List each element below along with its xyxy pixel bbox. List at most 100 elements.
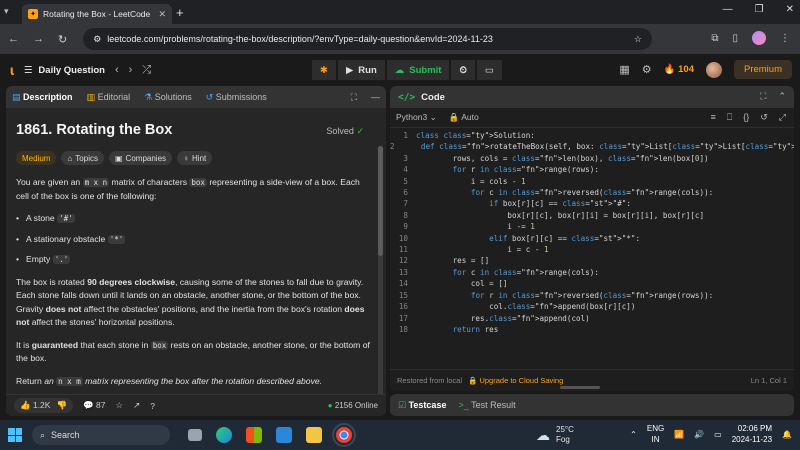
- code-text: def class="fn">rotateTheBox(self, box: c…: [420, 142, 794, 152]
- submit-button[interactable]: ☁ Submit: [386, 60, 450, 80]
- code-line[interactable]: 18 return res: [390, 324, 794, 335]
- debug-button[interactable]: ✱: [312, 60, 336, 80]
- code-line[interactable]: 8 box[r][c], box[r][i] = box[r][i], box[…: [390, 210, 794, 221]
- close-tab-icon[interactable]: ✕: [158, 9, 166, 20]
- tab-solutions[interactable]: ⚗ Solutions: [144, 92, 192, 103]
- companies-tag[interactable]: ▣ Companies: [108, 151, 173, 165]
- daily-question-nav[interactable]: ☰ Daily Question: [24, 65, 105, 76]
- weather-widget[interactable]: ☁ 25°C Fog: [536, 425, 574, 445]
- code-editor[interactable]: 1 class class="ty">Solution: 2 def class="…: [390, 130, 794, 335]
- new-tab-button[interactable]: +: [176, 5, 184, 20]
- desc-paragraph-1: You are given an m x n matrix of charact…: [16, 176, 371, 203]
- streak-counter[interactable]: 🔥 104: [664, 64, 694, 75]
- notes-button[interactable]: ▭: [476, 60, 502, 80]
- code-line[interactable]: 5 i = cols - 1: [390, 176, 794, 187]
- premium-button[interactable]: Premium: [733, 60, 792, 79]
- wifi-icon[interactable]: 📶: [674, 430, 684, 439]
- tab-description[interactable]: ▤ Description: [12, 92, 73, 103]
- tab-search-icon[interactable]: ▾: [4, 6, 18, 18]
- file-explorer-icon[interactable]: [306, 427, 322, 443]
- shuffle-icon[interactable]: ⤮: [142, 64, 151, 77]
- dislike-button[interactable]: 👎: [56, 400, 67, 411]
- code-line[interactable]: 9 i -= 1: [390, 221, 794, 232]
- code-line[interactable]: 2 def class="fn">rotateTheBox(self, box:…: [390, 141, 794, 152]
- panel-expand-icon[interactable]: ⛶: [351, 92, 357, 103]
- expand-editor-icon[interactable]: ⤢: [779, 112, 786, 123]
- code-line[interactable]: 7 if box[r][c] == class="st">"#":: [390, 198, 794, 209]
- site-info-icon[interactable]: ⚙: [93, 34, 101, 45]
- restore-icon[interactable]: ❐: [755, 4, 764, 15]
- code-line[interactable]: 1 class class="ty">Solution:: [390, 130, 794, 141]
- code-line[interactable]: 10 elif box[r][c] == class="st">"*":: [390, 233, 794, 244]
- code-line[interactable]: 13 for c in class="fn">range(cols):: [390, 267, 794, 278]
- prev-problem-icon[interactable]: ‹: [115, 64, 119, 76]
- next-problem-icon[interactable]: ›: [129, 64, 133, 76]
- code-line[interactable]: 3 rows, cols = class="fn">len(box), clas…: [390, 153, 794, 164]
- code-line[interactable]: 4 for r in class="fn">range(rows):: [390, 164, 794, 175]
- help-icon[interactable]: ?: [150, 401, 155, 411]
- volume-icon[interactable]: 🔊: [694, 430, 704, 439]
- chrome-menu-icon[interactable]: ⋮: [780, 33, 790, 44]
- format-icon[interactable]: ≡: [711, 112, 716, 123]
- topics-tag[interactable]: ⌂ Topics: [61, 151, 104, 165]
- address-bar[interactable]: ⚙ leetcode.com/problems/rotating-the-box…: [83, 28, 652, 50]
- tray-chevron-up-icon[interactable]: ⌃: [630, 430, 637, 439]
- notification-bell-icon[interactable]: 🔔: [782, 430, 792, 439]
- bookmark-icon[interactable]: ⎕: [727, 112, 732, 123]
- maximize-icon[interactable]: ⛶: [760, 91, 766, 102]
- layout-icon[interactable]: ▦: [619, 63, 629, 76]
- back-icon[interactable]: ←: [8, 33, 19, 45]
- autosave-mode[interactable]: 🔒 Auto: [449, 112, 479, 123]
- code-line[interactable]: 15 for r in class="fn">reversed(class="f…: [390, 290, 794, 301]
- like-button[interactable]: 👍 1.2K: [20, 400, 50, 411]
- hint-tag[interactable]: ♀ Hint: [177, 151, 213, 165]
- battery-icon[interactable]: ▭: [714, 430, 722, 439]
- favorite-star-icon[interactable]: ☆: [116, 400, 124, 411]
- profile-avatar[interactable]: [752, 31, 766, 45]
- taskbar-search[interactable]: ⌕ Search: [32, 425, 170, 445]
- timer-button[interactable]: ⏲: [451, 60, 475, 80]
- code-line[interactable]: 6 for c in class="fn">reversed(class="fn…: [390, 187, 794, 198]
- upgrade-cloud-link[interactable]: 🔒 Upgrade to Cloud Saving: [468, 376, 563, 385]
- comments-button[interactable]: 💬 87: [83, 400, 105, 411]
- braces-icon[interactable]: {}: [743, 112, 749, 123]
- user-avatar[interactable]: [705, 61, 722, 78]
- sidepanel-icon[interactable]: ▯: [732, 33, 738, 44]
- windows-start-icon[interactable]: [8, 428, 22, 442]
- reset-icon[interactable]: ↺: [760, 112, 768, 123]
- bookmark-star-icon[interactable]: ☆: [634, 34, 642, 45]
- window-close-icon[interactable]: ✕: [786, 4, 794, 15]
- minimize-icon[interactable]: —: [723, 4, 733, 15]
- tag-icon: ⌂: [67, 153, 73, 163]
- chrome-icon[interactable]: [332, 423, 356, 447]
- store-icon[interactable]: [246, 427, 262, 443]
- browser-tab[interactable]: ✦ Rotating the Box - LeetCode ✕: [22, 4, 172, 24]
- forward-icon[interactable]: →: [33, 33, 44, 45]
- code-line[interactable]: 14 col = []: [390, 278, 794, 289]
- vscode-icon[interactable]: [276, 427, 292, 443]
- code-line[interactable]: 11 i = c - 1: [390, 244, 794, 255]
- tab-test-result[interactable]: >_ Test Result: [458, 400, 515, 410]
- run-button[interactable]: ▶ Run: [337, 60, 385, 80]
- code-line[interactable]: 12 res = []: [390, 255, 794, 266]
- share-icon[interactable]: ↗: [133, 400, 140, 411]
- language-select[interactable]: Python3 ⌄: [396, 112, 437, 123]
- tab-editorial[interactable]: ▥ Editorial: [87, 92, 131, 103]
- tab-testcase[interactable]: ☑ Testcase: [398, 400, 446, 411]
- description-scrollbar-thumb[interactable]: [378, 146, 383, 256]
- settings-gear-icon[interactable]: ⚙: [642, 63, 652, 76]
- tab-submissions[interactable]: ↺ Submissions: [206, 92, 267, 103]
- panel-minimize-icon[interactable]: —: [371, 92, 380, 102]
- panel-resize-handle[interactable]: [560, 386, 600, 389]
- problem-title[interactable]: 1861. Rotating the Box: [16, 122, 172, 138]
- clock[interactable]: 02:06 PM 2024-11-23: [732, 423, 772, 445]
- edge-icon[interactable]: [216, 427, 232, 443]
- collapse-icon[interactable]: ⌃: [778, 91, 786, 102]
- code-line[interactable]: 17 res.class="fn">append(col): [390, 313, 794, 324]
- extensions-icon[interactable]: ⧉: [711, 33, 718, 44]
- reload-icon[interactable]: ↻: [58, 33, 67, 46]
- leetcode-logo-icon[interactable]: ɩ: [10, 62, 14, 78]
- language-indicator[interactable]: ENG IN: [647, 423, 664, 445]
- task-view-icon[interactable]: [188, 429, 202, 441]
- code-line[interactable]: 16 col.class="fn">append(box[r][c]): [390, 301, 794, 312]
